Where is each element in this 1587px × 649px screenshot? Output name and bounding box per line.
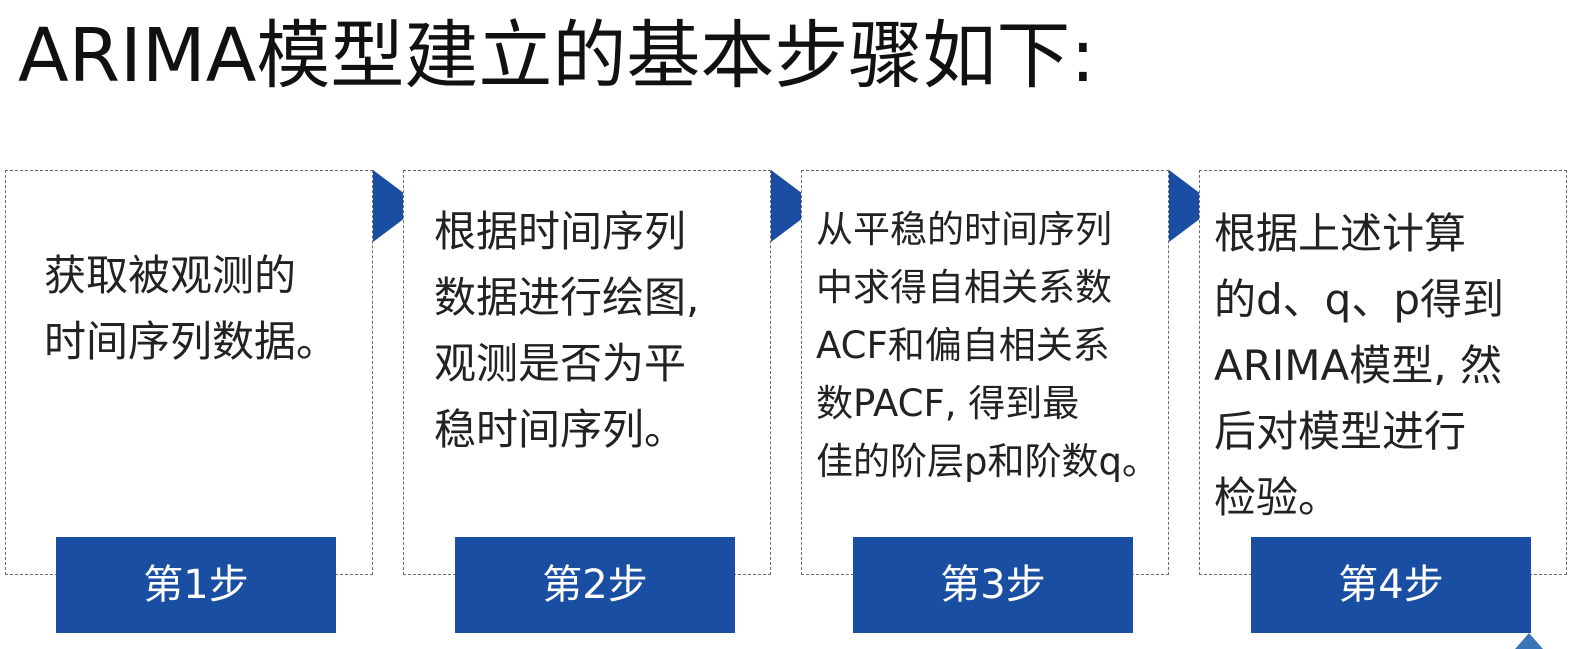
- step-3-box: 从平稳的时间序列 中求得自相关系数 ACF和偏自相关系 数PACF, 得到最 佳…: [801, 170, 1169, 575]
- step-4-line-4: 后对模型进行: [1214, 407, 1467, 456]
- step-1-line-1: 获取被观测的: [44, 251, 297, 300]
- step-1-text: 获取被观测的 时间序列数据。: [44, 243, 366, 375]
- step-4-label: 第4步: [1251, 537, 1531, 633]
- step-3-line-1: 从平稳的时间序列: [816, 208, 1112, 251]
- step-4-line-1: 根据上述计算: [1214, 209, 1467, 258]
- step-4-line-5: 检验。: [1214, 473, 1341, 522]
- step-3-line-5: 佳的阶层p和阶数q。: [816, 440, 1159, 483]
- step-4-text: 根据上述计算 的d、q、p得到 ARIMA模型, 然 后对模型进行 检验。: [1214, 201, 1560, 531]
- step-3-label: 第3步: [853, 537, 1133, 633]
- step-3-line-4: 数PACF, 得到最: [816, 382, 1080, 425]
- step-4-line-3: ARIMA模型, 然: [1214, 341, 1502, 390]
- page-title: ARIMA模型建立的基本步骤如下:: [18, 13, 1096, 99]
- step-4-line-2: 的d、q、p得到: [1214, 275, 1504, 324]
- step-2-label: 第2步: [455, 537, 735, 633]
- step-2-text: 根据时间序列 数据进行绘图, 观测是否为平 稳时间序列。: [434, 199, 764, 463]
- step-1-box: 获取被观测的 时间序列数据。: [5, 170, 373, 575]
- triangle-mark-icon: [1515, 633, 1543, 649]
- step-2-line-1: 根据时间序列: [434, 207, 687, 256]
- step-1-label: 第1步: [56, 537, 336, 633]
- step-3-line-3: ACF和偏自相关系: [816, 324, 1110, 367]
- step-2-box: 根据时间序列 数据进行绘图, 观测是否为平 稳时间序列。: [403, 170, 771, 575]
- step-3-line-2: 中求得自相关系数: [816, 266, 1112, 309]
- step-2-line-3: 观测是否为平: [434, 339, 687, 388]
- step-3-text: 从平稳的时间序列 中求得自相关系数 ACF和偏自相关系 数PACF, 得到最 佳…: [816, 201, 1162, 491]
- step-4-box: 根据上述计算 的d、q、p得到 ARIMA模型, 然 后对模型进行 检验。: [1199, 170, 1567, 575]
- step-2-line-2: 数据进行绘图,: [434, 273, 700, 322]
- step-1-line-2: 时间序列数据。: [44, 317, 339, 366]
- step-2-line-4: 稳时间序列。: [434, 405, 687, 454]
